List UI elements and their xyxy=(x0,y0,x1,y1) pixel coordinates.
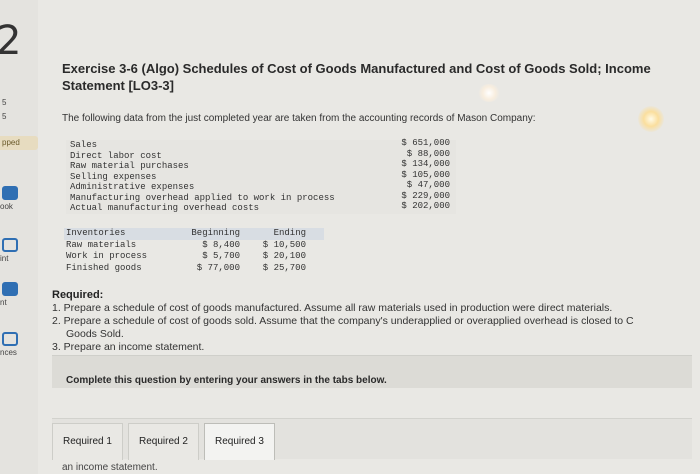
tab-required-1[interactable]: Required 1 xyxy=(52,423,123,460)
sidebar-item-ebook[interactable]: ook xyxy=(0,202,13,211)
complete-prompt: Complete this question by entering your … xyxy=(66,375,387,386)
print-icon[interactable] xyxy=(2,238,18,252)
tab-required-2[interactable]: Required 2 xyxy=(128,423,199,460)
inventory-table: Inventories Beginning Ending Raw materia… xyxy=(64,228,324,274)
required-title: Required: xyxy=(52,289,104,301)
ebook-icon[interactable] xyxy=(2,186,18,200)
hint-icon[interactable] xyxy=(2,282,18,296)
glare-spot xyxy=(638,106,664,132)
inventory-label: Raw materials xyxy=(66,239,137,250)
inventory-ending: $ 20,100 xyxy=(262,251,306,261)
references-icon[interactable] xyxy=(2,332,18,346)
sidebar-small-text-b: 5 xyxy=(2,112,7,121)
required-item: 2. Prepare a schedule of cost of goods s… xyxy=(52,315,634,327)
table-row: Work in process $ 5,700 $ 20,100 xyxy=(64,251,324,263)
inventory-label: Finished goods xyxy=(66,262,142,273)
table-row-value: $ 229,000 xyxy=(401,190,450,201)
skipped-badge: pped xyxy=(0,136,38,150)
exercise-intro: The following data from the just complet… xyxy=(62,113,536,124)
required-item: 1. Prepare a schedule of cost of goods m… xyxy=(52,302,613,314)
inventory-header-row: Inventories Beginning Ending xyxy=(64,228,324,240)
tab-bar: Required 1 Required 2 Required 3 xyxy=(52,418,692,460)
question-number: 2 xyxy=(0,18,22,64)
inventory-beginning: $ 8,400 xyxy=(202,239,240,250)
required-item: Goods Sold. xyxy=(66,328,124,340)
inventory-ending: $ 25,700 xyxy=(262,262,306,273)
exercise-title: Exercise 3-6 (Algo) Schedules of Cost of… xyxy=(62,61,651,93)
inventory-beginning: $ 5,700 xyxy=(202,251,240,261)
tab-required-3[interactable]: Required 3 xyxy=(204,423,275,460)
inventory-label: Work in process xyxy=(66,251,148,261)
sidebar-item-hint[interactable]: nt xyxy=(0,298,7,307)
sidebar: 2 5 5 pped ook int nt nces xyxy=(0,0,38,474)
table-row: Finished goods $ 77,000 $ 25,700 xyxy=(64,263,324,275)
data-table-values: $ 651,000 $ 88,000 $ 134,000 $ 105,000 $… xyxy=(388,138,450,212)
table-row: Raw materials $ 8,400 $ 10,500 xyxy=(64,240,324,252)
table-row-value: $ 105,000 xyxy=(401,169,450,180)
table-row-value: $ 202,000 xyxy=(401,201,450,211)
inventory-header-label: Inventories xyxy=(66,228,126,238)
inventory-ending: $ 10,500 xyxy=(262,239,306,250)
tab-content-heading: an income statement. xyxy=(62,462,158,473)
inventory-beginning: $ 77,000 xyxy=(196,262,240,273)
table-row-value: $ 134,000 xyxy=(401,159,450,169)
table-row-value: $ 47,000 xyxy=(406,180,450,190)
sidebar-item-references[interactable]: nces xyxy=(0,348,17,357)
table-row-value: $ 88,000 xyxy=(406,148,450,159)
sidebar-small-text-a: 5 xyxy=(2,98,7,107)
required-list: 1. Prepare a schedule of cost of goods m… xyxy=(52,302,700,354)
inventory-header-beginning: Beginning xyxy=(191,228,240,238)
table-row-value: $ 651,000 xyxy=(401,138,450,148)
sidebar-item-print[interactable]: int xyxy=(0,254,8,263)
inventory-header-ending: Ending xyxy=(273,228,306,238)
complete-prompt-panel: Complete this question by entering your … xyxy=(52,355,692,388)
required-item: 3. Prepare an income statement. xyxy=(52,341,205,353)
